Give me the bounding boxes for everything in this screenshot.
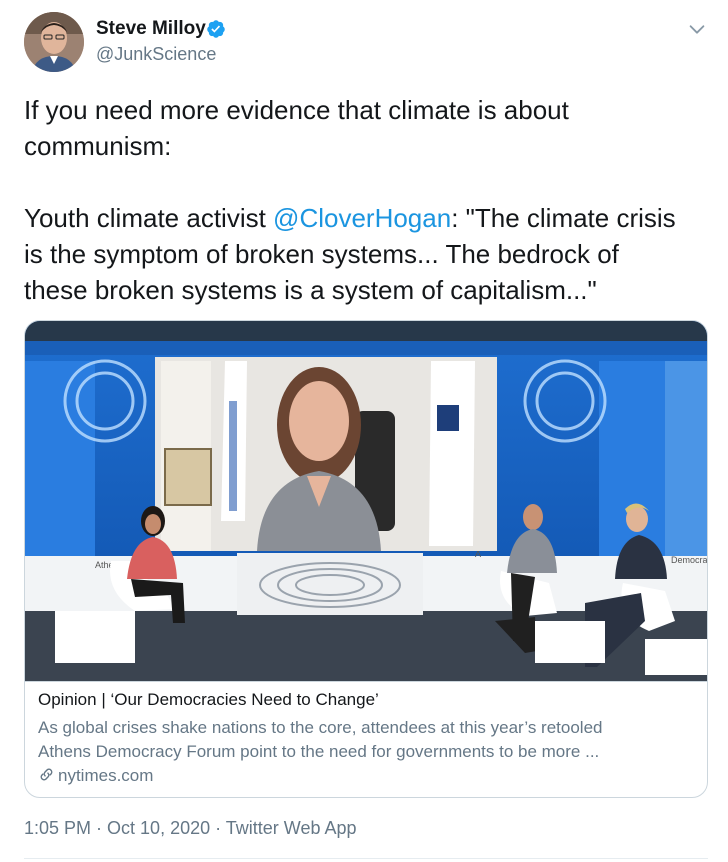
card-title[interactable]: Opinion | ‘Our Democracies Need to Chang… <box>38 690 379 710</box>
link-preview-card[interactable]: Athe Democracy A <box>24 320 708 798</box>
tweet-text-line: these broken systems is a system of capi… <box>24 275 597 305</box>
user-handle[interactable]: @JunkScience <box>96 44 216 65</box>
card-description-line: As global crises shake nations to the co… <box>38 718 603 737</box>
link-icon <box>40 768 53 781</box>
display-name[interactable]: Steve Milloy <box>96 18 206 40</box>
tweet-time[interactable]: 1:05 PM <box>24 818 91 838</box>
tweet-text-line: communism: <box>24 131 172 161</box>
tweet-metadata: 1:05 PM · Oct 10, 2020 · Twitter Web App <box>24 818 357 839</box>
verified-badge-icon <box>207 20 225 38</box>
card-info[interactable]: Opinion | ‘Our Democracies Need to Chang… <box>25 681 707 797</box>
mention-link[interactable]: @CloverHogan <box>273 203 451 233</box>
tweet-text-line: If you need more evidence that climate i… <box>24 95 569 125</box>
tweet-text-line: is the symptom of broken systems... The … <box>24 239 619 269</box>
tweet-text: If you need more evidence that climate i… <box>24 92 708 308</box>
avatar[interactable] <box>24 12 84 72</box>
divider <box>24 858 708 859</box>
tweet-text-line: Youth climate activist @CloverHogan: "Th… <box>24 200 708 236</box>
tweet-text-fragment: Youth climate activist <box>24 203 274 233</box>
tweet-date[interactable]: Oct 10, 2020 <box>107 818 210 838</box>
tweet: Steve Milloy @JunkScience If you need mo… <box>0 0 728 862</box>
meta-separator: · <box>91 818 108 838</box>
card-domain-text: nytimes.com <box>58 766 154 785</box>
card-description: As global crises shake nations to the co… <box>38 716 698 764</box>
card-domain[interactable]: nytimes.com <box>38 766 153 786</box>
card-image[interactable]: Athe Democracy A <box>25 321 708 681</box>
meta-separator: · <box>210 818 226 838</box>
chevron-down-icon[interactable] <box>686 18 708 40</box>
tweet-client[interactable]: Twitter Web App <box>226 818 357 838</box>
tweet-text-fragment: : "The climate crisis <box>451 203 676 233</box>
stage-sign-right: Democracy <box>671 555 708 565</box>
card-description-line: Athens Democracy Forum point to the need… <box>38 742 600 761</box>
